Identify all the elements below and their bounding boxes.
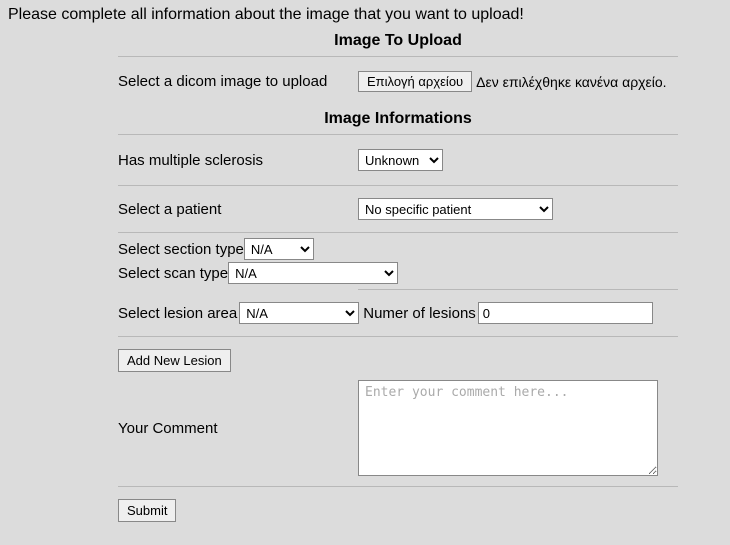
divider [118,336,678,337]
comment-row: Your Comment [118,372,678,484]
lesion-count-input[interactable] [478,302,653,324]
divider [118,185,678,186]
heading-upload: Image To Upload [118,32,678,50]
submit-button[interactable]: Submit [118,499,176,522]
file-upload-row: Select a dicom image to upload Επιλογή α… [118,59,678,104]
patient-row: Select a patient No specific patient [118,188,678,230]
divider [118,486,678,487]
sclerosis-label: Has multiple sclerosis [118,152,358,169]
lesion-count-label: Numer of lesions [363,305,476,322]
sclerosis-select[interactable]: Unknown [358,149,443,171]
add-lesion-button[interactable]: Add New Lesion [118,349,231,372]
patient-label: Select a patient [118,201,358,218]
upload-form: Image To Upload Select a dicom image to … [118,32,678,522]
lesion-area-label: Select lesion area [118,305,237,322]
lesion-row: Select lesion area N/A Numer of lesions [118,292,678,334]
patient-select[interactable]: No specific patient [358,198,553,220]
lesion-area-select[interactable]: N/A [239,302,359,324]
divider [358,289,678,290]
section-type-select[interactable]: N/A [244,238,314,260]
section-type-label: Select section type [118,241,244,258]
file-upload-label: Select a dicom image to upload [118,73,358,90]
section-type-row: Select section type N/A [118,237,678,261]
file-choose-button[interactable]: Επιλογή αρχείου [358,71,472,92]
instruction-text: Please complete all information about th… [8,6,722,24]
scan-type-row: Select scan type N/A [118,261,678,285]
comment-textarea[interactable] [358,380,658,476]
scan-type-select[interactable]: N/A [228,262,398,284]
sclerosis-row: Has multiple sclerosis Unknown [118,137,678,183]
section-scan-group: Select section type N/A Select scan type… [118,237,678,285]
divider [118,134,678,135]
file-status-text: Δεν επιλέχθηκε κανένα αρχείο. [476,74,666,90]
heading-info: Image Informations [118,110,678,128]
divider [118,232,678,233]
comment-label: Your Comment [118,420,358,437]
scan-type-label: Select scan type [118,265,228,282]
divider [118,56,678,57]
